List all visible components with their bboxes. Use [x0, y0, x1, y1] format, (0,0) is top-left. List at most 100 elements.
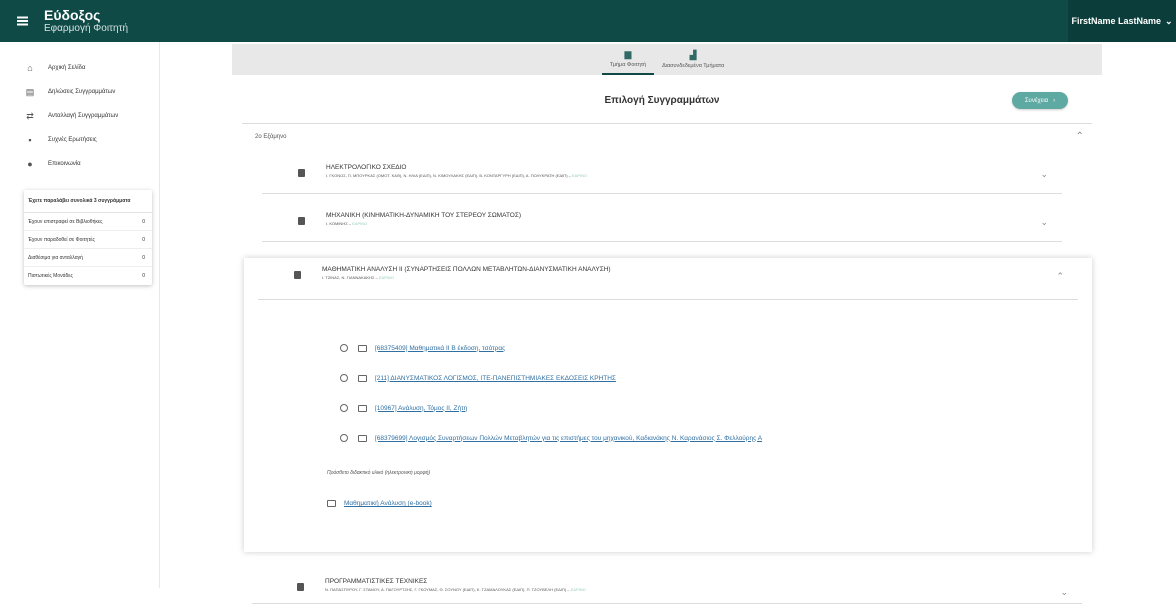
tab-student-department[interactable]: ▆ Τμήμα Φοιτητή	[601, 44, 655, 75]
chevron-up-icon[interactable]: ⌃	[1056, 272, 1064, 281]
sidebar: ⌂ Αρχική Σελίδα ▤ Δηλώσεις Συγγραμμάτων …	[0, 42, 160, 588]
ebook-icon	[327, 500, 336, 507]
course-season: ΕΑΡΙΝΟ	[571, 173, 588, 178]
course-title: ΗΛΕΚΤΡΟΛΟΓΙΚΟ ΣΧΕΔΙΟ	[326, 164, 407, 171]
semester-label: 2ο Εξάμηνο	[255, 134, 287, 140]
main-content: Επιλογή Συγγραμμάτων Συνέχεια › 2ο Εξάμη…	[232, 86, 1092, 604]
book-option-link[interactable]: [68379699] Λογισμός Συναρτήσεων Πολλών Μ…	[375, 435, 762, 442]
app-title: Εύδοξος	[44, 7, 101, 23]
book-option-link[interactable]: [10967] Ανάλυση, Τόμος ΙΙ, Ζήτη	[375, 405, 467, 412]
course-authors-text: Ι. ΓΚΟΝΟΣ, Π. ΜΠΟΥΡΚΑΣ (ΟΜΟΤ. ΚΑΘ), Ν. Η…	[326, 173, 568, 178]
course-authors: Ι. ΚΟΜΙΝΗΣ – ΕΑΡΙΝΟ	[326, 221, 368, 226]
book-icon	[294, 271, 301, 279]
stats-row: Έχουν επιστραφεί σε Βιβλιοθήκες 0	[24, 213, 152, 231]
next-button[interactable]: Συνέχεια ›	[1012, 92, 1068, 109]
course-title: ΜΑΘΗΜΑΤΙΚΗ ΑΝΑΛΥΣΗ ΙΙ (ΣΥΝΑΡΤΗΣΕΙΣ ΠΟΛΛΩ…	[322, 266, 611, 273]
app-subtitle: Εφαρμογή Φοιτητή	[44, 23, 129, 34]
book-icon	[358, 374, 367, 382]
stats-label: Διαθέσιμα για ανταλλαγή	[28, 254, 83, 261]
chevron-down-icon[interactable]: ⌄	[1060, 588, 1068, 597]
course-row[interactable]: ΜΑΘΗΜΑΤΙΚΗ ΑΝΑΛΥΣΗ ΙΙ (ΣΥΝΑΡΤΗΣΕΙΣ ΠΟΛΛΩ…	[258, 258, 1078, 300]
list-icon: ▤	[25, 86, 35, 97]
radio-button[interactable]	[340, 404, 348, 412]
sidebar-nav: ⌂ Αρχική Σελίδα ▤ Δηλώσεις Συγγραμμάτων …	[0, 56, 159, 176]
page-title: Επιλογή Συγγραμμάτων	[604, 95, 720, 106]
stats-label: Πιστωτικές Μονάδες	[28, 273, 73, 279]
menu-icon[interactable]	[0, 0, 44, 42]
expanded-course-panel: ΜΑΘΗΜΑΤΙΚΗ ΑΝΑΛΥΣΗ ΙΙ (ΣΥΝΑΡΤΗΣΕΙΣ ΠΟΛΛΩ…	[244, 258, 1092, 552]
sidebar-item-exchange[interactable]: ⇄ Ανταλλαγή Συγγραμμάτων	[0, 104, 159, 128]
divider	[242, 123, 1092, 124]
course-authors: Ι. ΤΖΙΝΑΣ, Ν. ΓΙΑΝΝΑΚΑΚΗΣ – ΕΑΡΙΝΟ	[322, 275, 394, 280]
stats-value: 0	[142, 236, 145, 243]
course-authors-text: Ι. ΤΖΙΝΑΣ, Ν. ΓΙΑΝΝΑΚΑΚΗΣ	[322, 275, 375, 280]
chevron-down-icon: ⌄	[1165, 15, 1173, 26]
course-title: ΠΡΟΓΡΑΜΜΑΤΙΣΤΙΚΕΣ ΤΕΧΝΙΚΕΣ	[325, 578, 428, 585]
book-icon	[358, 434, 367, 442]
radio-button[interactable]	[340, 434, 348, 442]
course-authors: Ι. ΓΚΟΝΟΣ, Π. ΜΠΟΥΡΚΑΣ (ΟΜΟΤ. ΚΑΘ), Ν. Η…	[326, 173, 588, 178]
top-bar: Εύδοξος Εφαρμογή Φοιτητή FirstName LastN…	[0, 0, 1176, 42]
user-menu[interactable]: FirstName LastName ⌄	[1068, 0, 1176, 42]
stats-row: Έχουν παραδοθεί σε Φοιτητές 0	[24, 231, 152, 249]
course-title: ΜΗΧΑΝΙΚΗ (ΚΙΝΗΜΑΤΙΚΗ-ΔΥΝΑΜΙΚΗ ΤΟΥ ΣΤΕΡΕΟ…	[326, 212, 522, 219]
tab-label: Διασυνδεδεμένα Τμήματα	[662, 63, 725, 69]
ebook-item[interactable]: Μαθηματική Ανάλυση (e-book)	[327, 500, 432, 507]
chevron-up-icon[interactable]: ⌃	[1076, 132, 1084, 142]
sidebar-item-faq[interactable]: ▪ Συχνές Ερωτήσεις	[0, 128, 159, 152]
home-icon: ⌂	[27, 63, 33, 73]
stats-label: Έχουν επιστραφεί σε Βιβλιοθήκες	[28, 218, 103, 225]
sidebar-item-declarations[interactable]: ▤ Δηλώσεις Συγγραμμάτων	[0, 80, 159, 104]
sidebar-item-label: Δηλώσεις Συγγραμμάτων	[48, 89, 116, 95]
book-option[interactable]: [211] ΔΙΑΝΥΣΜΑΤΙΚΟΣ ΛΟΓΙΣΜΟΣ, ΙΤΕ-ΠΑΝΕΠΙ…	[340, 374, 616, 382]
contact-icon: ●	[27, 159, 33, 169]
sidebar-item-label: Συχνές Ερωτήσεις	[48, 137, 97, 143]
tab-linked-departments[interactable]: ▟ Διασυνδεδεμένα Τμήματα	[654, 44, 732, 75]
extra-material-label: Πρόσθετο διδακτικό υλικό (ηλεκτρονική μο…	[327, 470, 431, 476]
faq-icon: ▪	[28, 135, 32, 145]
chevron-right-icon: ›	[1053, 97, 1056, 104]
user-name: FirstName LastName	[1071, 16, 1161, 26]
tab-label: Τμήμα Φοιτητή	[609, 62, 647, 68]
book-icon	[358, 344, 367, 352]
sidebar-item-label: Ανταλλαγή Συγγραμμάτων	[48, 113, 119, 119]
stats-card: Έχετε παραλάβει συνολικά 3 συγγράμματα Έ…	[24, 190, 152, 285]
radio-button[interactable]	[340, 344, 348, 352]
building-icon: ▟	[689, 50, 697, 60]
course-row[interactable]: ΗΛΕΚΤΡΟΛΟΓΙΚΟ ΣΧΕΔΙΟ Ι. ΓΚΟΝΟΣ, Π. ΜΠΟΥΡ…	[262, 156, 1062, 194]
sidebar-item-label: Αρχική Σελίδα	[48, 65, 86, 71]
stats-label: Έχουν παραδοθεί σε Φοιτητές	[28, 236, 95, 243]
book-icon: ▆	[624, 49, 632, 59]
sidebar-item-contact[interactable]: ● Επικοινωνία	[0, 152, 159, 176]
book-icon	[297, 583, 304, 591]
course-row[interactable]: ΠΡΟΓΡΑΜΜΑΤΙΣΤΙΚΕΣ ΤΕΧΝΙΚΕΣ Ν. ΠΑΠΑΣΠΥΡΟΥ…	[252, 574, 1082, 604]
book-icon	[358, 404, 367, 412]
stats-heading: Έχετε παραλάβει συνολικά 3 συγγράμματα	[24, 190, 152, 213]
sidebar-item-home[interactable]: ⌂ Αρχική Σελίδα	[0, 56, 159, 80]
book-option-link[interactable]: [68375409] Μαθηματικά ΙΙ Β έκδοση, τσότρ…	[375, 345, 505, 352]
book-option[interactable]: [10967] Ανάλυση, Τόμος ΙΙ, Ζήτη	[340, 404, 467, 412]
stats-value: 0	[142, 218, 145, 225]
course-row[interactable]: ΜΗΧΑΝΙΚΗ (ΚΙΝΗΜΑΤΙΚΗ-ΔΥΝΑΜΙΚΗ ΤΟΥ ΣΤΕΡΕΟ…	[262, 204, 1062, 242]
book-icon	[298, 169, 305, 177]
brand[interactable]: Εύδοξος Εφαρμογή Φοιτητή	[44, 8, 128, 34]
course-authors-text: Ι. ΚΟΜΙΝΗΣ	[326, 221, 348, 226]
tab-bar: ▆ Τμήμα Φοιτητή ▟ Διασυνδεδεμένα Τμήματα	[232, 44, 1102, 75]
stats-value: 0	[142, 254, 145, 261]
stats-row: Διαθέσιμα για ανταλλαγή 0	[24, 249, 152, 267]
radio-button[interactable]	[340, 374, 348, 382]
book-icon	[298, 217, 305, 225]
sidebar-item-label: Επικοινωνία	[48, 161, 81, 167]
course-season: ΕΑΡΙΝΟ	[352, 221, 368, 226]
ebook-link[interactable]: Μαθηματική Ανάλυση (e-book)	[344, 500, 432, 507]
stats-row: Πιστωτικές Μονάδες 0	[24, 267, 152, 285]
chevron-down-icon[interactable]: ⌄	[1040, 170, 1048, 179]
book-option[interactable]: [68375409] Μαθηματικά ΙΙ Β έκδοση, τσότρ…	[340, 344, 505, 352]
stats-value: 0	[142, 273, 145, 279]
chevron-down-icon[interactable]: ⌄	[1040, 218, 1048, 227]
semester-header[interactable]: 2ο Εξάμηνο ⌃	[242, 126, 1092, 148]
swap-icon: ⇄	[26, 110, 34, 121]
next-button-label: Συνέχεια	[1024, 97, 1049, 104]
book-option[interactable]: [68379699] Λογισμός Συναρτήσεων Πολλών Μ…	[340, 434, 762, 442]
book-option-link[interactable]: [211] ΔΙΑΝΥΣΜΑΤΙΚΟΣ ΛΟΓΙΣΜΟΣ, ΙΤΕ-ΠΑΝΕΠΙ…	[375, 375, 616, 382]
